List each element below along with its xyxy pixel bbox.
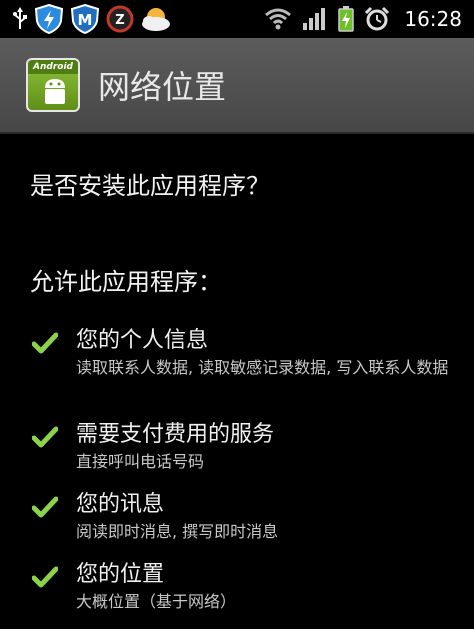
usb-icon <box>12 7 28 31</box>
permission-paid-services: 需要支付费用的服务 直接呼叫电话号码 <box>0 420 474 476</box>
check-icon <box>31 332 59 358</box>
app-icon-label: Android <box>28 60 78 74</box>
status-bar: M Z 16:28 <box>0 0 474 38</box>
permission-desc: 阅读即时消息, 撰写即时消息 <box>76 522 279 541</box>
check-icon <box>31 426 59 452</box>
permission-messages: 您的讯息 阅读即时消息, 撰写即时消息 <box>0 490 474 546</box>
permissions-list[interactable]: 您的个人信息 读取联系人数据, 读取敏感记录数据, 写入联系人数据 需要支付费用… <box>0 326 474 616</box>
svg-text:M: M <box>78 11 93 29</box>
permission-title: 需要支付费用的服务 <box>76 422 275 447</box>
shield-notification-icon <box>34 4 64 34</box>
permission-personal-info: 您的个人信息 读取联系人数据, 读取敏感记录数据, 写入联系人数据 <box>0 326 474 398</box>
page-title: 网络位置 <box>98 68 227 106</box>
check-icon <box>31 566 59 592</box>
svg-text:Z: Z <box>115 13 124 28</box>
wifi-icon <box>264 7 292 31</box>
permission-desc: 直接呼叫电话号码 <box>76 452 205 471</box>
app-icon: Android <box>26 58 80 112</box>
title-bar: Android 网络位置 <box>0 38 474 134</box>
z-app-icon: Z <box>106 5 134 33</box>
permission-title: 您的讯息 <box>76 492 165 517</box>
permission-location: 您的位置 大概位置（基于网络） <box>0 560 474 616</box>
install-question: 是否安装此应用程序？ <box>30 172 270 200</box>
check-icon <box>31 496 59 522</box>
permission-desc: 读取联系人数据, 读取敏感记录数据, 写入联系人数据 <box>76 358 449 377</box>
clock-time: 16:28 <box>404 7 462 31</box>
weather-icon <box>140 5 172 33</box>
permissions-heading: 允许此应用程序： <box>30 268 222 296</box>
alarm-clock-icon <box>364 6 390 32</box>
signal-icon <box>302 7 328 31</box>
permission-title: 您的位置 <box>76 562 165 587</box>
m-app-icon: M <box>70 4 100 34</box>
permission-desc: 大概位置（基于网络） <box>76 592 237 611</box>
android-robot-icon <box>45 79 65 104</box>
permission-title: 您的个人信息 <box>76 328 209 353</box>
battery-charging-icon <box>338 6 355 32</box>
